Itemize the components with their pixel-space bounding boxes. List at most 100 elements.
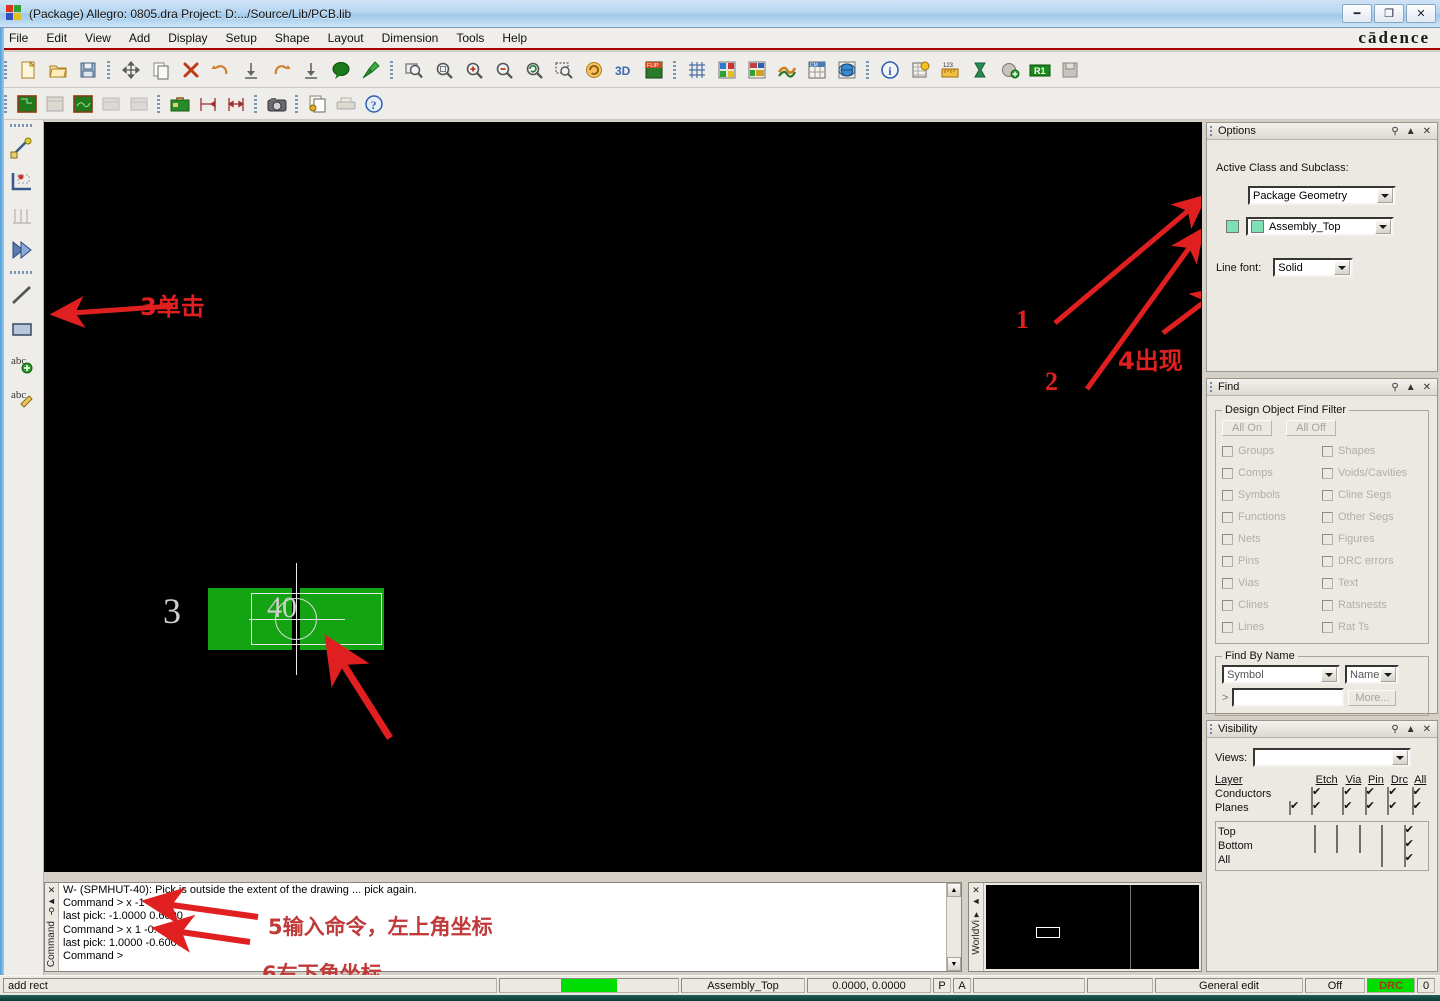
bottom-via-color[interactable] [1336,839,1339,853]
scroll-up-icon[interactable]: ▲ [947,883,961,897]
dimension-span-icon[interactable] [223,92,249,116]
status-drc-badge[interactable]: DRC [1367,978,1415,993]
find-more-button[interactable]: More... [1348,689,1397,706]
shape-layers-icon[interactable] [773,56,801,84]
cm-manager-icon[interactable]: CM [803,56,831,84]
line-font-dropdown[interactable]: Solid [1273,258,1354,277]
palette-grip[interactable] [9,123,34,129]
palette-grip[interactable] [9,270,34,276]
toolbar-grip[interactable] [294,92,301,115]
color-layers-icon[interactable] [713,56,741,84]
subclass-dropdown[interactable]: Assembly_Top [1246,217,1394,236]
menu-item-setup[interactable]: Setup [217,29,266,47]
redo-icon[interactable] [267,56,295,84]
menu-item-tools[interactable]: Tools [447,29,493,47]
collapse-icon[interactable]: ▲ [1406,382,1416,393]
worldview-canvas[interactable] [986,885,1199,969]
collapse-icon[interactable]: ▲ [1406,126,1416,137]
flip-design-icon[interactable]: FLIP [640,56,668,84]
filter-drc-errors[interactable]: DRC errors [1322,550,1422,572]
toolbar-grip[interactable] [389,58,396,81]
bottom-drc-color[interactable] [1381,839,1384,853]
options-panel-header[interactable]: Options ⚲ ▲ ✕ [1207,123,1437,140]
menu-item-dimension[interactable]: Dimension [373,29,448,47]
canvas-horizontal-scrollbar[interactable] [44,872,1202,880]
visibility-panel-header[interactable]: Visibility ⚲ ▲ ✕ [1207,721,1437,738]
find-name-mode-dropdown[interactable]: Name [1345,665,1399,684]
close-icon[interactable]: ✕ [1423,724,1431,735]
pin-icon[interactable] [357,56,385,84]
planes-via-checkbox[interactable] [1342,801,1345,815]
info-icon[interactable]: i [876,56,904,84]
chevron-down-icon[interactable] [1375,219,1391,234]
zoom-out-icon[interactable] [490,56,518,84]
open-file-icon[interactable] [44,56,72,84]
menu-item-edit[interactable]: Edit [37,29,76,47]
filter-figures[interactable]: Figures [1322,528,1422,550]
all-drc-color[interactable] [1381,853,1384,867]
chevron-down-icon[interactable] [1377,188,1393,203]
edit-text-icon[interactable]: abc [6,381,38,413]
pin-icon[interactable]: ⚲ [48,906,55,917]
find-name-input[interactable] [1232,688,1345,707]
help-icon[interactable]: ? [361,92,387,116]
scroll-down-icon[interactable]: ▼ [947,957,961,971]
find-panel-header[interactable]: Find ⚲ ▲ ✕ [1207,379,1437,396]
save-icon[interactable] [74,56,102,84]
comment-icon[interactable] [327,56,355,84]
add-shape-corner-icon[interactable] [6,166,38,198]
zoom-selection-icon[interactable] [550,56,578,84]
rectangle-tool-icon[interactable] [6,313,38,345]
zoom-in-window-icon[interactable] [430,56,458,84]
chevron-down-icon[interactable] [1334,260,1351,275]
filter-vias[interactable]: Vias [1222,572,1322,594]
zoom-previous-icon[interactable] [520,56,548,84]
filter-nets[interactable]: Nets [1222,528,1322,550]
zoom-in-icon[interactable] [460,56,488,84]
pin-icon[interactable]: ⚲ [1391,126,1398,137]
bottom-pin-color[interactable] [1358,839,1361,853]
open-package-icon[interactable] [14,92,40,116]
measure-icon[interactable]: 123 [936,56,964,84]
camera-snapshot-icon[interactable] [264,92,290,116]
grid-toggle-icon[interactable] [683,56,711,84]
hourglass-icon[interactable] [966,56,994,84]
r1-label-icon[interactable]: R1 [1026,56,1054,84]
design-canvas[interactable]: 40 3 1 2 3单击 4出现 [44,122,1202,872]
toolbar-grip[interactable] [156,92,163,115]
toolbar-grip[interactable] [106,58,113,81]
close-icon[interactable]: ✕ [972,885,980,896]
all-off-button[interactable]: All Off [1286,420,1336,436]
status-mode-p[interactable]: P [933,978,951,993]
filter-groups[interactable]: Groups [1222,440,1322,462]
filter-clines[interactable]: Clines [1222,594,1322,616]
toolbar-grip[interactable] [3,58,10,81]
close-button[interactable]: ✕ [1406,4,1436,23]
blank-window-icon[interactable] [42,92,68,116]
globe-layers-icon[interactable] [833,56,861,84]
redo-step-icon[interactable] [297,56,325,84]
views-dropdown[interactable] [1253,748,1412,767]
planes-pin-checkbox[interactable] [1364,801,1367,815]
minimize-button[interactable]: ━ [1342,4,1372,23]
planes-etch-checkbox[interactable] [1311,801,1313,815]
menu-item-add[interactable]: Add [120,29,159,47]
panel-grip[interactable] [1210,724,1214,734]
planes-all-checkbox[interactable] [1411,801,1414,815]
toolbox-icon[interactable] [167,92,193,116]
top-etch-color[interactable] [1314,825,1316,839]
chevron-down-icon[interactable] [1392,750,1409,765]
menu-item-file[interactable]: File [0,29,37,47]
subclass-icon[interactable] [743,56,771,84]
all-all-checkbox[interactable] [1403,853,1406,867]
filter-cline-segs[interactable]: Cline Segs [1322,484,1422,506]
move-icon[interactable] [117,56,145,84]
menu-item-shape[interactable]: Shape [266,29,319,47]
add-text-icon[interactable]: abc [6,347,38,379]
dimension-left-icon[interactable] [195,92,221,116]
undo-step-icon[interactable] [237,56,265,84]
filter-text[interactable]: Text [1322,572,1422,594]
view-3d-icon[interactable]: 3D [610,56,638,84]
menu-item-help[interactable]: Help [493,29,536,47]
console-scrollbar[interactable]: ▲ ▼ [946,883,961,971]
